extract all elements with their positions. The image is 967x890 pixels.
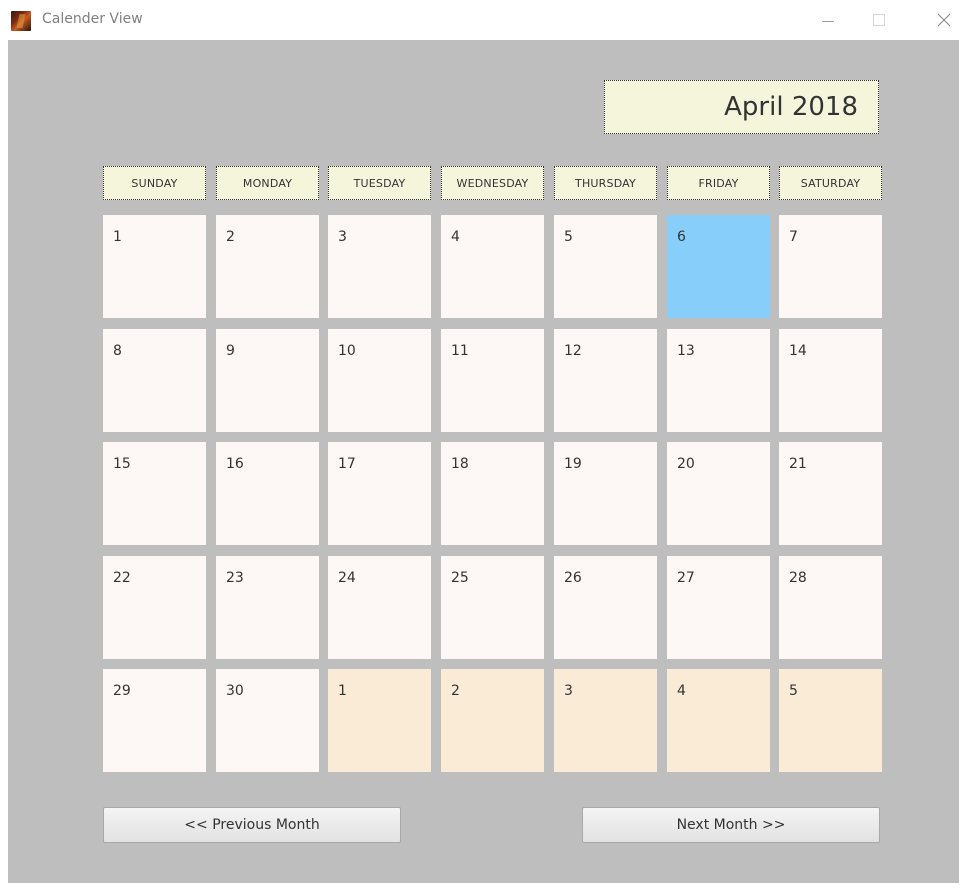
day-number: 15 — [113, 456, 131, 472]
previous-month-button[interactable]: << Previous Month — [103, 807, 401, 843]
day-number: 1 — [338, 683, 347, 699]
day-number: 5 — [789, 683, 798, 699]
day-number: 24 — [338, 570, 356, 586]
day-number: 4 — [677, 683, 686, 699]
day-cell[interactable]: 17 — [328, 442, 431, 545]
close-button[interactable] — [921, 0, 967, 40]
day-number: 22 — [113, 570, 131, 586]
day-cell[interactable]: 3 — [328, 215, 431, 318]
day-cell[interactable]: 5 — [554, 215, 657, 318]
day-cell[interactable]: 10 — [328, 329, 431, 432]
day-number: 27 — [677, 570, 695, 586]
day-cell[interactable]: 26 — [554, 556, 657, 659]
day-cell[interactable]: 20 — [667, 442, 770, 545]
day-number: 11 — [451, 343, 469, 359]
day-cell[interactable]: 13 — [667, 329, 770, 432]
day-number: 28 — [789, 570, 807, 586]
day-number: 8 — [113, 343, 122, 359]
day-number: 30 — [226, 683, 244, 699]
day-cell[interactable]: 19 — [554, 442, 657, 545]
title-bar: Calender View — [0, 0, 967, 40]
day-number: 17 — [338, 456, 356, 472]
day-cell[interactable]: 21 — [779, 442, 882, 545]
day-number: 3 — [564, 683, 573, 699]
close-icon — [937, 13, 951, 27]
day-number: 2 — [226, 229, 235, 245]
day-number: 18 — [451, 456, 469, 472]
calendar-panel: April 2018 SUNDAY MONDAY TUESDAY WEDNESDAY T… — [8, 40, 959, 883]
day-cell-next-month[interactable]: 5 — [779, 669, 882, 772]
day-number: 7 — [789, 229, 798, 245]
maximize-button[interactable] — [856, 0, 902, 40]
day-cell[interactable]: 22 — [103, 556, 206, 659]
day-number: 25 — [451, 570, 469, 586]
day-cell[interactable]: 25 — [441, 556, 544, 659]
app-icon — [11, 11, 31, 31]
day-number: 3 — [338, 229, 347, 245]
day-number: 4 — [451, 229, 460, 245]
day-cell[interactable]: 14 — [779, 329, 882, 432]
day-header-friday: FRIDAY — [667, 166, 770, 200]
day-number: 21 — [789, 456, 807, 472]
day-number: 6 — [677, 229, 686, 245]
next-month-button[interactable]: Next Month >> — [582, 807, 880, 843]
day-number: 5 — [564, 229, 573, 245]
day-header-tuesday: TUESDAY — [328, 166, 431, 200]
day-cell[interactable]: 8 — [103, 329, 206, 432]
day-number: 1 — [113, 229, 122, 245]
day-number: 16 — [226, 456, 244, 472]
month-year-label: April 2018 — [604, 80, 879, 134]
day-number: 23 — [226, 570, 244, 586]
day-cell[interactable]: 28 — [779, 556, 882, 659]
day-cell[interactable]: 4 — [441, 215, 544, 318]
day-cell-next-month[interactable]: 2 — [441, 669, 544, 772]
day-header-wednesday: WEDNESDAY — [441, 166, 544, 200]
day-cell[interactable]: 18 — [441, 442, 544, 545]
minimize-icon — [822, 20, 834, 22]
day-number: 26 — [564, 570, 582, 586]
window-title: Calender View — [42, 11, 143, 27]
day-number: 12 — [564, 343, 582, 359]
day-cell[interactable]: 11 — [441, 329, 544, 432]
day-cell[interactable]: 12 — [554, 329, 657, 432]
day-cell[interactable]: 15 — [103, 442, 206, 545]
day-number: 19 — [564, 456, 582, 472]
day-cell[interactable]: 29 — [103, 669, 206, 772]
day-number: 10 — [338, 343, 356, 359]
day-header-thursday: THURSDAY — [554, 166, 657, 200]
day-cell[interactable]: 27 — [667, 556, 770, 659]
day-cell-next-month[interactable]: 4 — [667, 669, 770, 772]
day-header-saturday: SATURDAY — [779, 166, 882, 200]
day-header-monday: MONDAY — [216, 166, 319, 200]
day-number: 14 — [789, 343, 807, 359]
day-cell-next-month[interactable]: 3 — [554, 669, 657, 772]
day-number: 2 — [451, 683, 460, 699]
day-number: 29 — [113, 683, 131, 699]
calendar-window: Calender View April 2018 SUNDAY MONDAY TUE… — [0, 0, 967, 890]
day-cell[interactable]: 24 — [328, 556, 431, 659]
day-cell[interactable]: 16 — [216, 442, 319, 545]
day-cell[interactable]: 7 — [779, 215, 882, 318]
day-cell[interactable]: 23 — [216, 556, 319, 659]
day-number: 20 — [677, 456, 695, 472]
day-cell[interactable]: 9 — [216, 329, 319, 432]
day-cell[interactable]: 2 — [216, 215, 319, 318]
day-cell-today[interactable]: 6 — [667, 215, 770, 318]
day-cell[interactable]: 1 — [103, 215, 206, 318]
maximize-icon — [873, 14, 885, 26]
minimize-button[interactable] — [805, 0, 851, 40]
day-header-sunday: SUNDAY — [103, 166, 206, 200]
day-cell-next-month[interactable]: 1 — [328, 669, 431, 772]
day-cell[interactable]: 30 — [216, 669, 319, 772]
day-number: 9 — [226, 343, 235, 359]
day-number: 13 — [677, 343, 695, 359]
